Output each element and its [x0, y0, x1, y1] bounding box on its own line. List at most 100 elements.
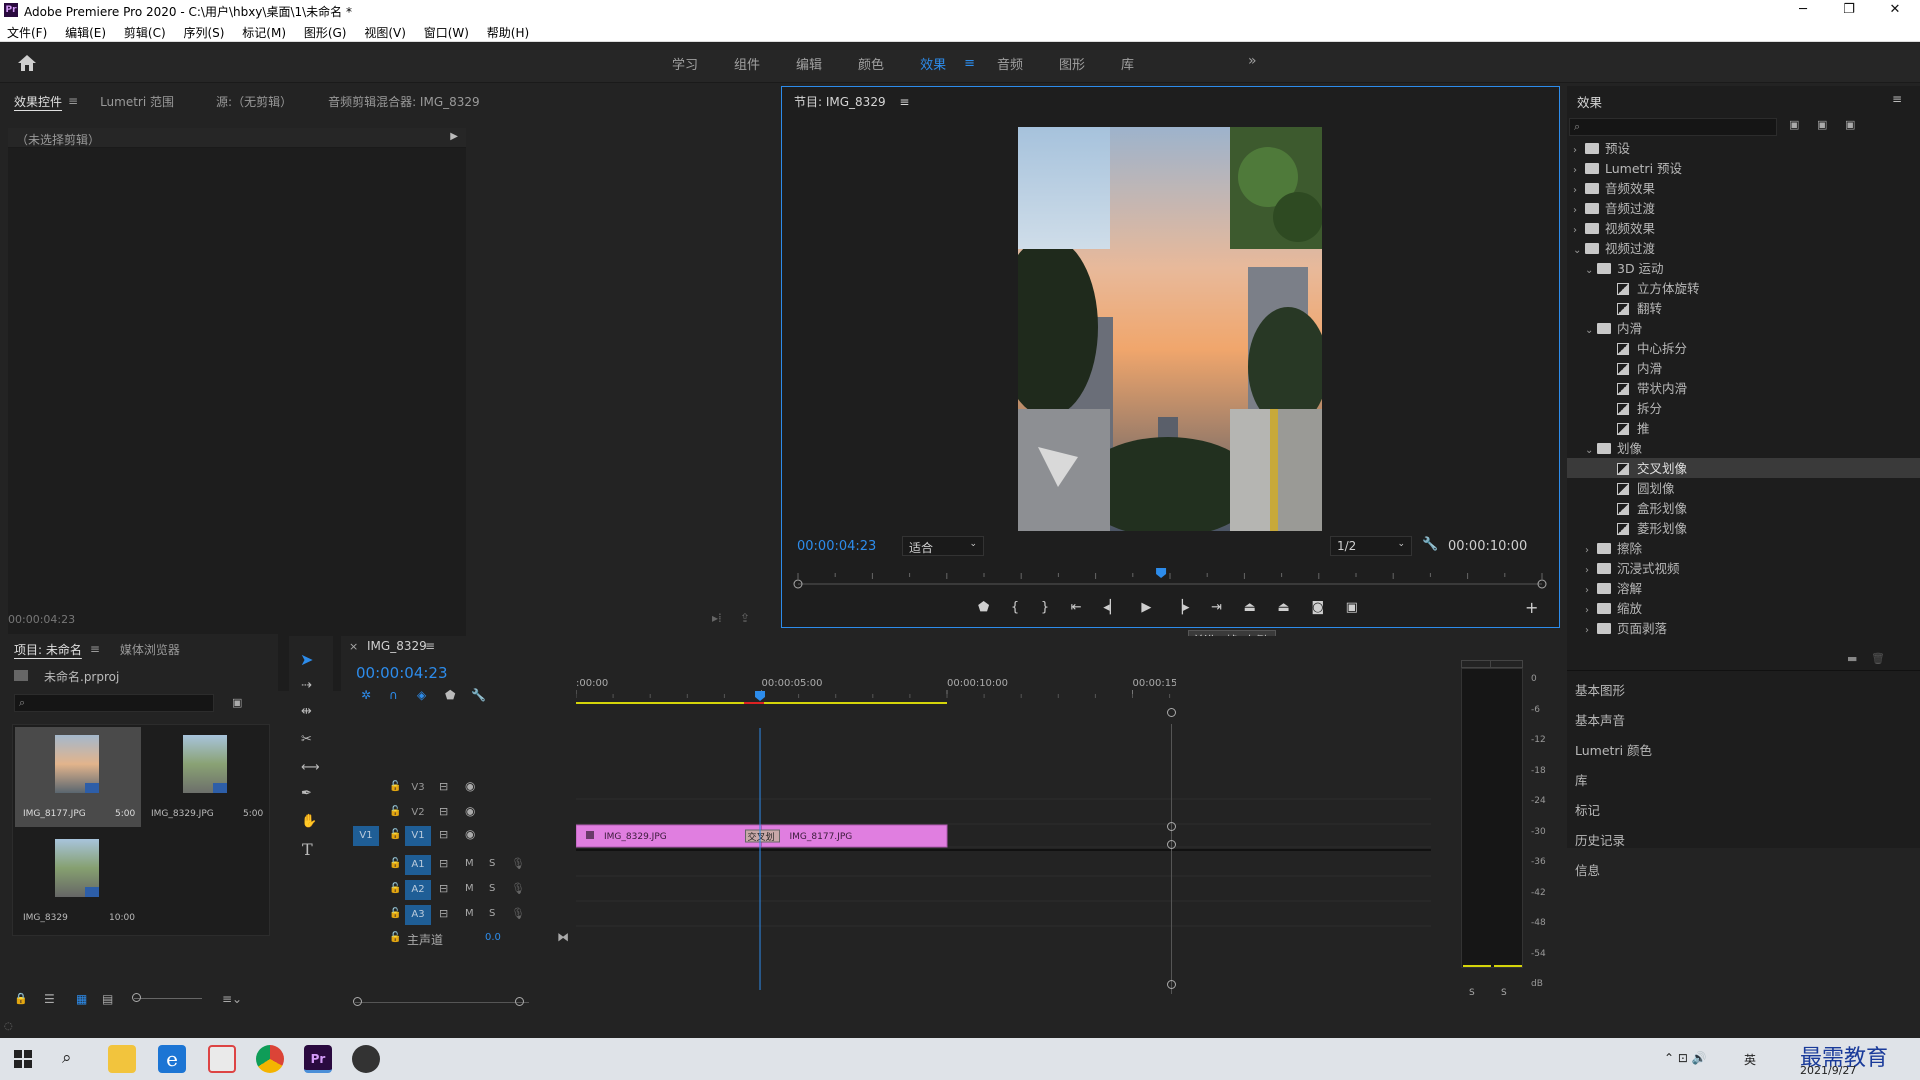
- workspace-tab-editing[interactable]: 编辑: [778, 54, 840, 73]
- effects-tree-item[interactable]: 拆分: [1567, 398, 1920, 418]
- file-explorer-icon[interactable]: [108, 1045, 136, 1073]
- tab-lumetri-scopes[interactable]: Lumetri 范围: [100, 93, 174, 110]
- maximize-button[interactable]: ❐: [1826, 0, 1872, 22]
- effects-tree-item[interactable]: 中心拆分: [1567, 338, 1920, 358]
- solo-left-button[interactable]: S: [1469, 988, 1475, 998]
- menu-clip[interactable]: 剪辑(C): [117, 22, 173, 43]
- scroll-handle[interactable]: [1167, 708, 1176, 717]
- effects-tree-item[interactable]: 内滑: [1567, 358, 1920, 378]
- chevron-down-icon[interactable]: ⌄: [1573, 245, 1585, 256]
- timeline-ruler[interactable]: :00:0000:00:05:0000:00:10:0000:00:15:000…: [575, 676, 1430, 706]
- side-panel-libraries[interactable]: 库: [1575, 770, 1588, 789]
- linked-selection-icon[interactable]: ◈: [417, 688, 426, 702]
- effects-tree-folder[interactable]: ⌄ 划像: [1567, 438, 1920, 458]
- nest-toggle-icon[interactable]: ✲: [361, 688, 371, 702]
- slip-tool-icon[interactable]: ⟷: [301, 760, 320, 775]
- scroll-handle[interactable]: [515, 997, 524, 1006]
- audio-track-header[interactable]: 🔓 A2 ⊟ M S 🎙: [341, 879, 575, 901]
- project-item[interactable]: IMG_8177.JPG 5:00: [15, 727, 141, 827]
- side-panel-info[interactable]: 信息: [1575, 860, 1600, 879]
- close-sequence-icon[interactable]: ×: [349, 640, 358, 653]
- effects-tree-folder[interactable]: › 擦除: [1567, 538, 1920, 558]
- lock-track-icon[interactable]: 🔓: [389, 883, 401, 894]
- master-track-header[interactable]: 🔓 主声道 0.0 ⧓: [341, 928, 575, 950]
- windows-start-icon[interactable]: [14, 1050, 32, 1068]
- audio-track-header[interactable]: 🔓 A3 ⊟ M S 🎙: [341, 904, 575, 926]
- side-panel-markers[interactable]: 标记: [1575, 800, 1600, 819]
- chevron-right-icon[interactable]: ›: [1573, 205, 1585, 216]
- track-target-toggle[interactable]: V3: [405, 778, 431, 798]
- lift-icon[interactable]: ⏏: [1244, 600, 1256, 620]
- effects-tree-folder[interactable]: › 沉浸式视频: [1567, 558, 1920, 578]
- chevron-right-icon[interactable]: ›: [1573, 185, 1585, 196]
- mark-out-icon[interactable]: }: [1041, 600, 1049, 620]
- effects-tree-folder[interactable]: ⌄ 内滑: [1567, 318, 1920, 338]
- project-item[interactable]: IMG_8329 10:00: [15, 831, 141, 931]
- go-to-in-icon[interactable]: ⇤: [1071, 600, 1082, 620]
- menu-graphics[interactable]: 图形(G): [297, 22, 354, 43]
- filter-icon[interactable]: ▸⁞: [712, 611, 722, 625]
- sync-lock-icon[interactable]: ⊟: [439, 857, 448, 870]
- solo-button[interactable]: S: [489, 858, 495, 869]
- effects-tree-folder[interactable]: › 预设: [1567, 138, 1920, 158]
- effects-tree-item[interactable]: 立方体旋转: [1567, 278, 1920, 298]
- workspace-tab-menu-icon[interactable]: ≡: [964, 56, 979, 71]
- playhead-timecode[interactable]: 00:00:04:23: [797, 539, 876, 554]
- go-to-out-icon[interactable]: ⇥: [1211, 600, 1222, 620]
- lock-track-icon[interactable]: 🔓: [389, 829, 401, 840]
- mark-in-icon[interactable]: {: [1011, 600, 1019, 620]
- chevron-right-icon[interactable]: ›: [1585, 545, 1597, 556]
- effects-tree-item[interactable]: 菱形划像: [1567, 518, 1920, 538]
- sync-lock-icon[interactable]: ⊟: [439, 882, 448, 895]
- premiere-taskbar-icon[interactable]: Pr: [304, 1045, 332, 1073]
- export-frame-camera-icon[interactable]: ◙: [1311, 600, 1324, 620]
- project-search-input[interactable]: ⌕: [14, 694, 214, 712]
- effects-tree-item[interactable]: 推: [1567, 418, 1920, 438]
- zoom-slider-handle[interactable]: [132, 993, 141, 1002]
- extract-icon[interactable]: ⏏: [1278, 600, 1290, 620]
- type-tool-icon[interactable]: T: [302, 840, 313, 859]
- side-panel-essential-sound[interactable]: 基本声音: [1575, 710, 1625, 729]
- sync-lock-icon[interactable]: ⊟: [439, 907, 448, 920]
- scroll-handle[interactable]: [353, 997, 362, 1006]
- menu-sequence[interactable]: 序列(S): [176, 22, 231, 43]
- chevron-right-icon[interactable]: ›: [1573, 225, 1585, 236]
- icon-view-icon[interactable]: ▦: [76, 992, 87, 1006]
- mute-button[interactable]: M: [465, 883, 474, 894]
- workspace-tab-effects[interactable]: 效果: [902, 54, 964, 73]
- hand-tool-icon[interactable]: ✋: [301, 814, 317, 829]
- tab-audio-clip-mixer[interactable]: 音频剪辑混合器: IMG_8329: [328, 93, 480, 110]
- new-bin-icon[interactable]: ▬: [1847, 652, 1857, 665]
- scroll-handle[interactable]: [1167, 840, 1176, 849]
- chevron-down-icon[interactable]: ⌄: [1585, 445, 1597, 456]
- zoom-slider[interactable]: [134, 998, 202, 999]
- timeline-timecode[interactable]: 00:00:04:23: [356, 664, 448, 682]
- fit-dropdown[interactable]: 适合 ⌄: [902, 536, 984, 556]
- lock-track-icon[interactable]: 🔓: [389, 932, 401, 943]
- chrome-icon[interactable]: [256, 1045, 284, 1073]
- tab-effect-controls[interactable]: 效果控件: [14, 93, 62, 110]
- workspace-tab-learn[interactable]: 学习: [654, 54, 716, 73]
- add-marker-icon[interactable]: ⬟: [445, 688, 455, 702]
- go-to-end-icon[interactable]: ⧓: [557, 930, 569, 944]
- export-icon[interactable]: ⇪: [740, 611, 750, 625]
- monitor-timeline-ruler[interactable]: [792, 565, 1548, 591]
- microphone-icon[interactable]: 🎙: [511, 882, 525, 895]
- workspace-tab-audio[interactable]: 音频: [979, 54, 1041, 73]
- more-workspaces-icon[interactable]: »: [1248, 53, 1257, 69]
- effects-tree-folder[interactable]: ⌄ 视频过渡: [1567, 238, 1920, 258]
- scroll-handle[interactable]: [1167, 980, 1176, 989]
- effects-tree-item[interactable]: 盒形划像: [1567, 498, 1920, 518]
- panel-menu-icon[interactable]: ≡: [1892, 92, 1902, 106]
- step-forward-icon[interactable]: ▕▸: [1173, 600, 1190, 620]
- sync-lock-icon[interactable]: ⊟: [439, 828, 448, 841]
- horizontal-zoom-scrollbar[interactable]: [355, 1002, 529, 1003]
- solo-right-button[interactable]: S: [1501, 988, 1507, 998]
- menu-edit[interactable]: 编辑(E): [58, 22, 113, 43]
- tab-project[interactable]: 项目: 未命名: [14, 641, 82, 658]
- effects-tree-folder[interactable]: › 音频过渡: [1567, 198, 1920, 218]
- eye-icon[interactable]: ◉: [465, 804, 475, 818]
- effects-tree-folder[interactable]: › 视频效果: [1567, 218, 1920, 238]
- add-marker-icon[interactable]: ⬟: [978, 600, 989, 620]
- tab-media-browser[interactable]: 媒体浏览器: [120, 641, 180, 658]
